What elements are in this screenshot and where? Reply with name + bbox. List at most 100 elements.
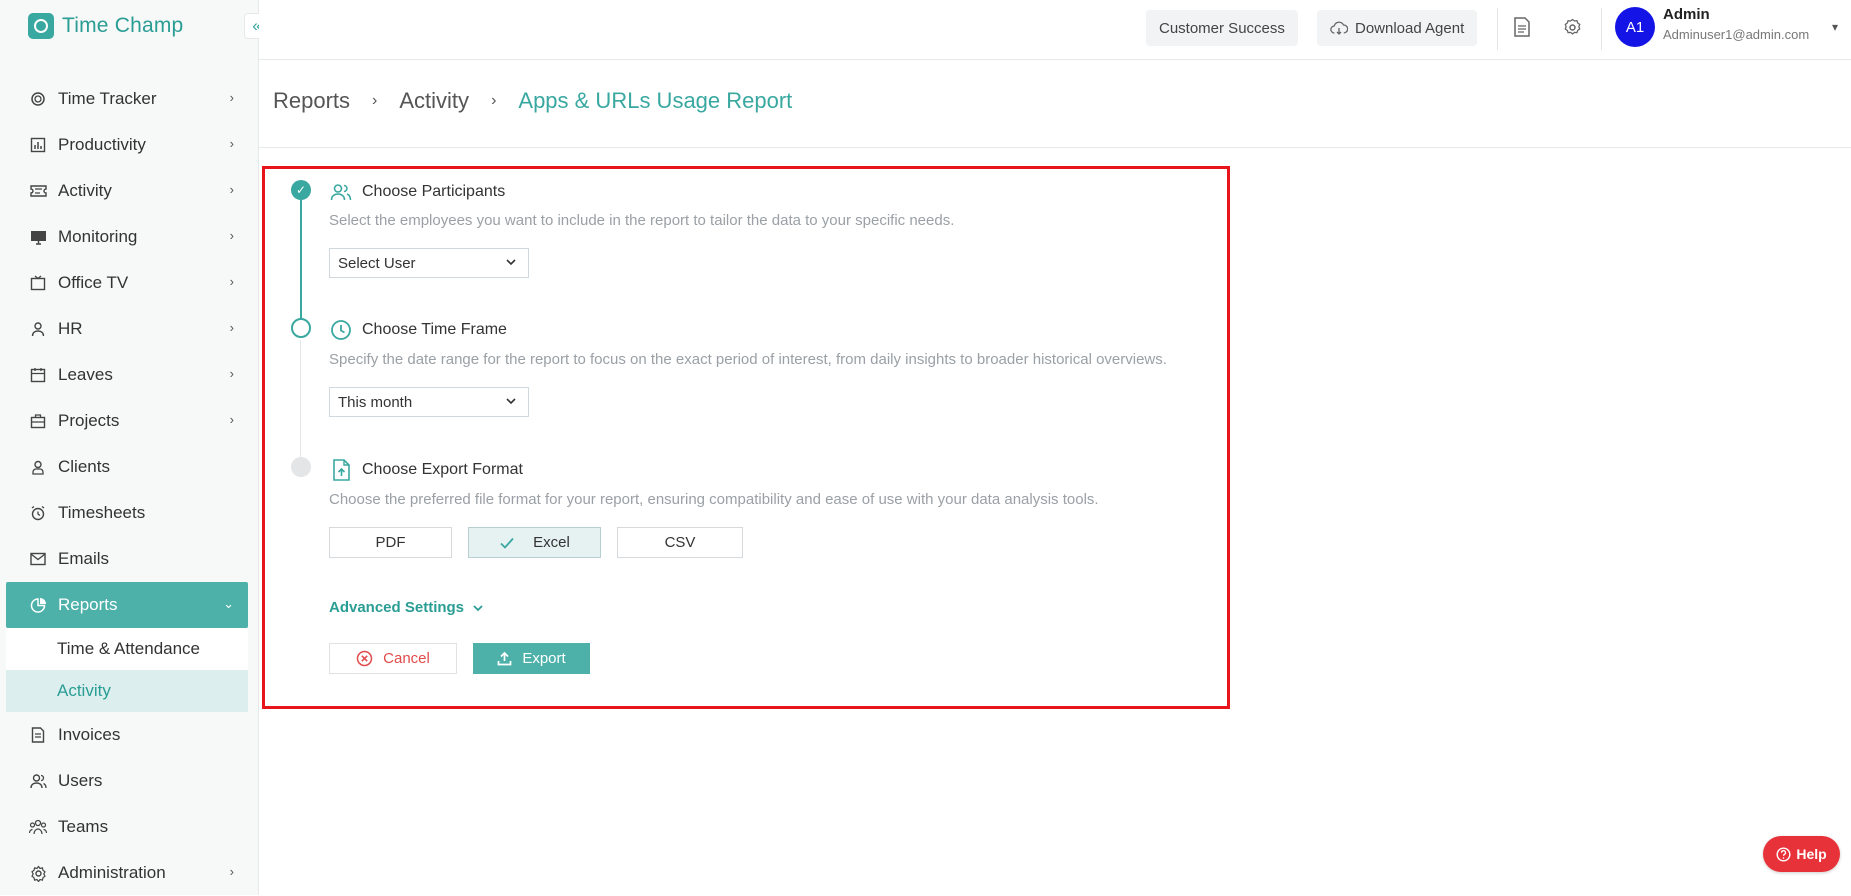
- sidebar-item-label: Office TV: [58, 273, 129, 292]
- sidebar-subitem-activity[interactable]: Activity: [6, 670, 248, 712]
- sidebar-item-leaves[interactable]: Leaves ›: [6, 352, 248, 398]
- step-title-text: Choose Time Frame: [362, 321, 507, 338]
- clock-icon: [330, 319, 352, 341]
- sidebar-item-monitoring[interactable]: Monitoring ›: [6, 214, 248, 260]
- gear-icon: [28, 863, 48, 883]
- sidebar-item-emails[interactable]: Emails: [6, 536, 248, 582]
- chevron-right-icon: ›: [229, 412, 234, 427]
- step-title-text: Choose Export Format: [362, 461, 523, 478]
- sidebar-item-label: Teams: [58, 817, 109, 836]
- ticket-icon: [28, 181, 48, 201]
- users-icon: [330, 181, 352, 203]
- chevron-down-icon: [472, 602, 484, 614]
- step-participants-description: Select the employees you want to include…: [329, 212, 955, 229]
- sidebar: Time Champ Time Tracker › Productivity ›…: [0, 0, 259, 895]
- sidebar-item-users[interactable]: Users: [6, 758, 248, 804]
- alarm-clock-icon: [28, 503, 48, 523]
- divider: [259, 147, 1851, 148]
- file-upload-icon: [330, 459, 352, 481]
- download-agent-button[interactable]: Download Agent: [1317, 10, 1478, 46]
- sidebar-item-label: Invoices: [58, 725, 121, 744]
- chevron-right-icon: ›: [229, 136, 234, 151]
- time-frame-dropdown[interactable]: This month: [329, 387, 529, 417]
- breadcrumb: Reports › Activity › Apps & URLs Usage R…: [273, 88, 792, 114]
- help-label: Help: [1796, 846, 1827, 862]
- sidebar-item-label: Timesheets: [58, 503, 146, 522]
- breadcrumb-activity[interactable]: Activity: [399, 88, 469, 114]
- select-user-dropdown[interactable]: Select User: [329, 248, 529, 278]
- sidebar-item-timesheets[interactable]: Timesheets: [6, 490, 248, 536]
- sidebar-item-label: Projects: [58, 411, 120, 430]
- sidebar-item-hr[interactable]: HR ›: [6, 306, 248, 352]
- sidebar-item-time-tracker[interactable]: Time Tracker ›: [6, 76, 248, 122]
- customer-success-label: Customer Success: [1159, 19, 1285, 37]
- bar-chart-icon: [28, 135, 48, 155]
- mail-icon: [28, 549, 48, 569]
- sidebar-item-productivity[interactable]: Productivity ›: [6, 122, 248, 168]
- tv-icon: [28, 273, 48, 293]
- chevron-right-icon: ›: [229, 182, 234, 197]
- sidebar-item-activity[interactable]: Activity ›: [6, 168, 248, 214]
- sidebar-subitem-time-attendance[interactable]: Time & Attendance: [6, 628, 248, 670]
- client-icon: [28, 457, 48, 477]
- format-option-csv[interactable]: CSV: [617, 527, 743, 558]
- user-name[interactable]: Admin: [1663, 6, 1710, 23]
- chevron-right-icon: ›: [229, 90, 234, 105]
- format-option-label: Excel: [533, 534, 570, 551]
- document-icon[interactable]: [1511, 16, 1533, 38]
- chevron-right-icon: ›: [229, 864, 234, 879]
- chevron-right-icon: ›: [491, 92, 497, 109]
- person-icon: [28, 319, 48, 339]
- select-user-value: Select User: [338, 254, 416, 272]
- briefcase-icon: [28, 411, 48, 431]
- settings-icon[interactable]: [1561, 16, 1583, 38]
- format-option-excel[interactable]: Excel: [468, 527, 601, 558]
- format-option-pdf[interactable]: PDF: [329, 527, 452, 558]
- advanced-settings-label: Advanced Settings: [329, 599, 465, 616]
- caret-down-icon[interactable]: ▾: [1832, 20, 1838, 34]
- step-complete-check-icon: ✓: [291, 180, 311, 200]
- sidebar-item-label: Emails: [58, 549, 110, 568]
- sidebar-item-reports[interactable]: Reports ⌄: [6, 582, 248, 628]
- upload-icon: [497, 651, 512, 666]
- download-agent-label: Download Agent: [1355, 19, 1465, 37]
- topbar: [259, 0, 1851, 60]
- cancel-button[interactable]: Cancel: [329, 643, 457, 674]
- checkmark-icon: [499, 535, 515, 551]
- step-participants-title: Choose Participants: [330, 181, 505, 203]
- chevron-right-icon: ›: [229, 366, 234, 381]
- help-button[interactable]: Help: [1763, 836, 1840, 872]
- app-name: Time Champ: [62, 14, 184, 37]
- stepper-connector: [300, 340, 301, 460]
- chevron-down-icon: ⌄: [223, 596, 234, 611]
- teams-icon: [28, 817, 48, 837]
- sidebar-item-teams[interactable]: Teams: [6, 804, 248, 850]
- sidebar-item-label: Monitoring: [58, 227, 138, 246]
- sidebar-item-label: Users: [58, 771, 103, 790]
- sidebar-nav: Time Tracker › Productivity › Activity ›…: [6, 76, 248, 896]
- sidebar-item-office-tv[interactable]: Office TV ›: [6, 260, 248, 306]
- brand[interactable]: Time Champ: [28, 13, 183, 39]
- monitor-icon: [28, 227, 48, 247]
- sidebar-item-invoices[interactable]: Invoices: [6, 712, 248, 758]
- time-frame-value: This month: [338, 393, 413, 411]
- sidebar-item-label: HR: [58, 319, 83, 338]
- stopwatch-icon: [28, 89, 48, 109]
- customer-success-button[interactable]: Customer Success: [1146, 10, 1298, 46]
- sidebar-item-administration[interactable]: Administration ›: [6, 850, 248, 896]
- sidebar-item-clients[interactable]: Clients: [6, 444, 248, 490]
- step-pending-indicator: [291, 457, 311, 477]
- sidebar-item-projects[interactable]: Projects ›: [6, 398, 248, 444]
- advanced-settings-toggle[interactable]: Advanced Settings: [329, 599, 484, 616]
- export-label: Export: [522, 650, 566, 667]
- avatar[interactable]: A1: [1615, 7, 1655, 47]
- export-button[interactable]: Export: [473, 643, 590, 674]
- breadcrumb-reports[interactable]: Reports: [273, 88, 350, 114]
- users-icon: [28, 771, 48, 791]
- sidebar-item-label: Activity: [58, 181, 112, 200]
- cloud-download-icon: [1330, 21, 1348, 35]
- format-option-label: PDF: [375, 534, 406, 551]
- divider: [1601, 8, 1602, 50]
- pie-chart-icon: [28, 595, 48, 615]
- time-champ-logo-icon: [28, 13, 54, 39]
